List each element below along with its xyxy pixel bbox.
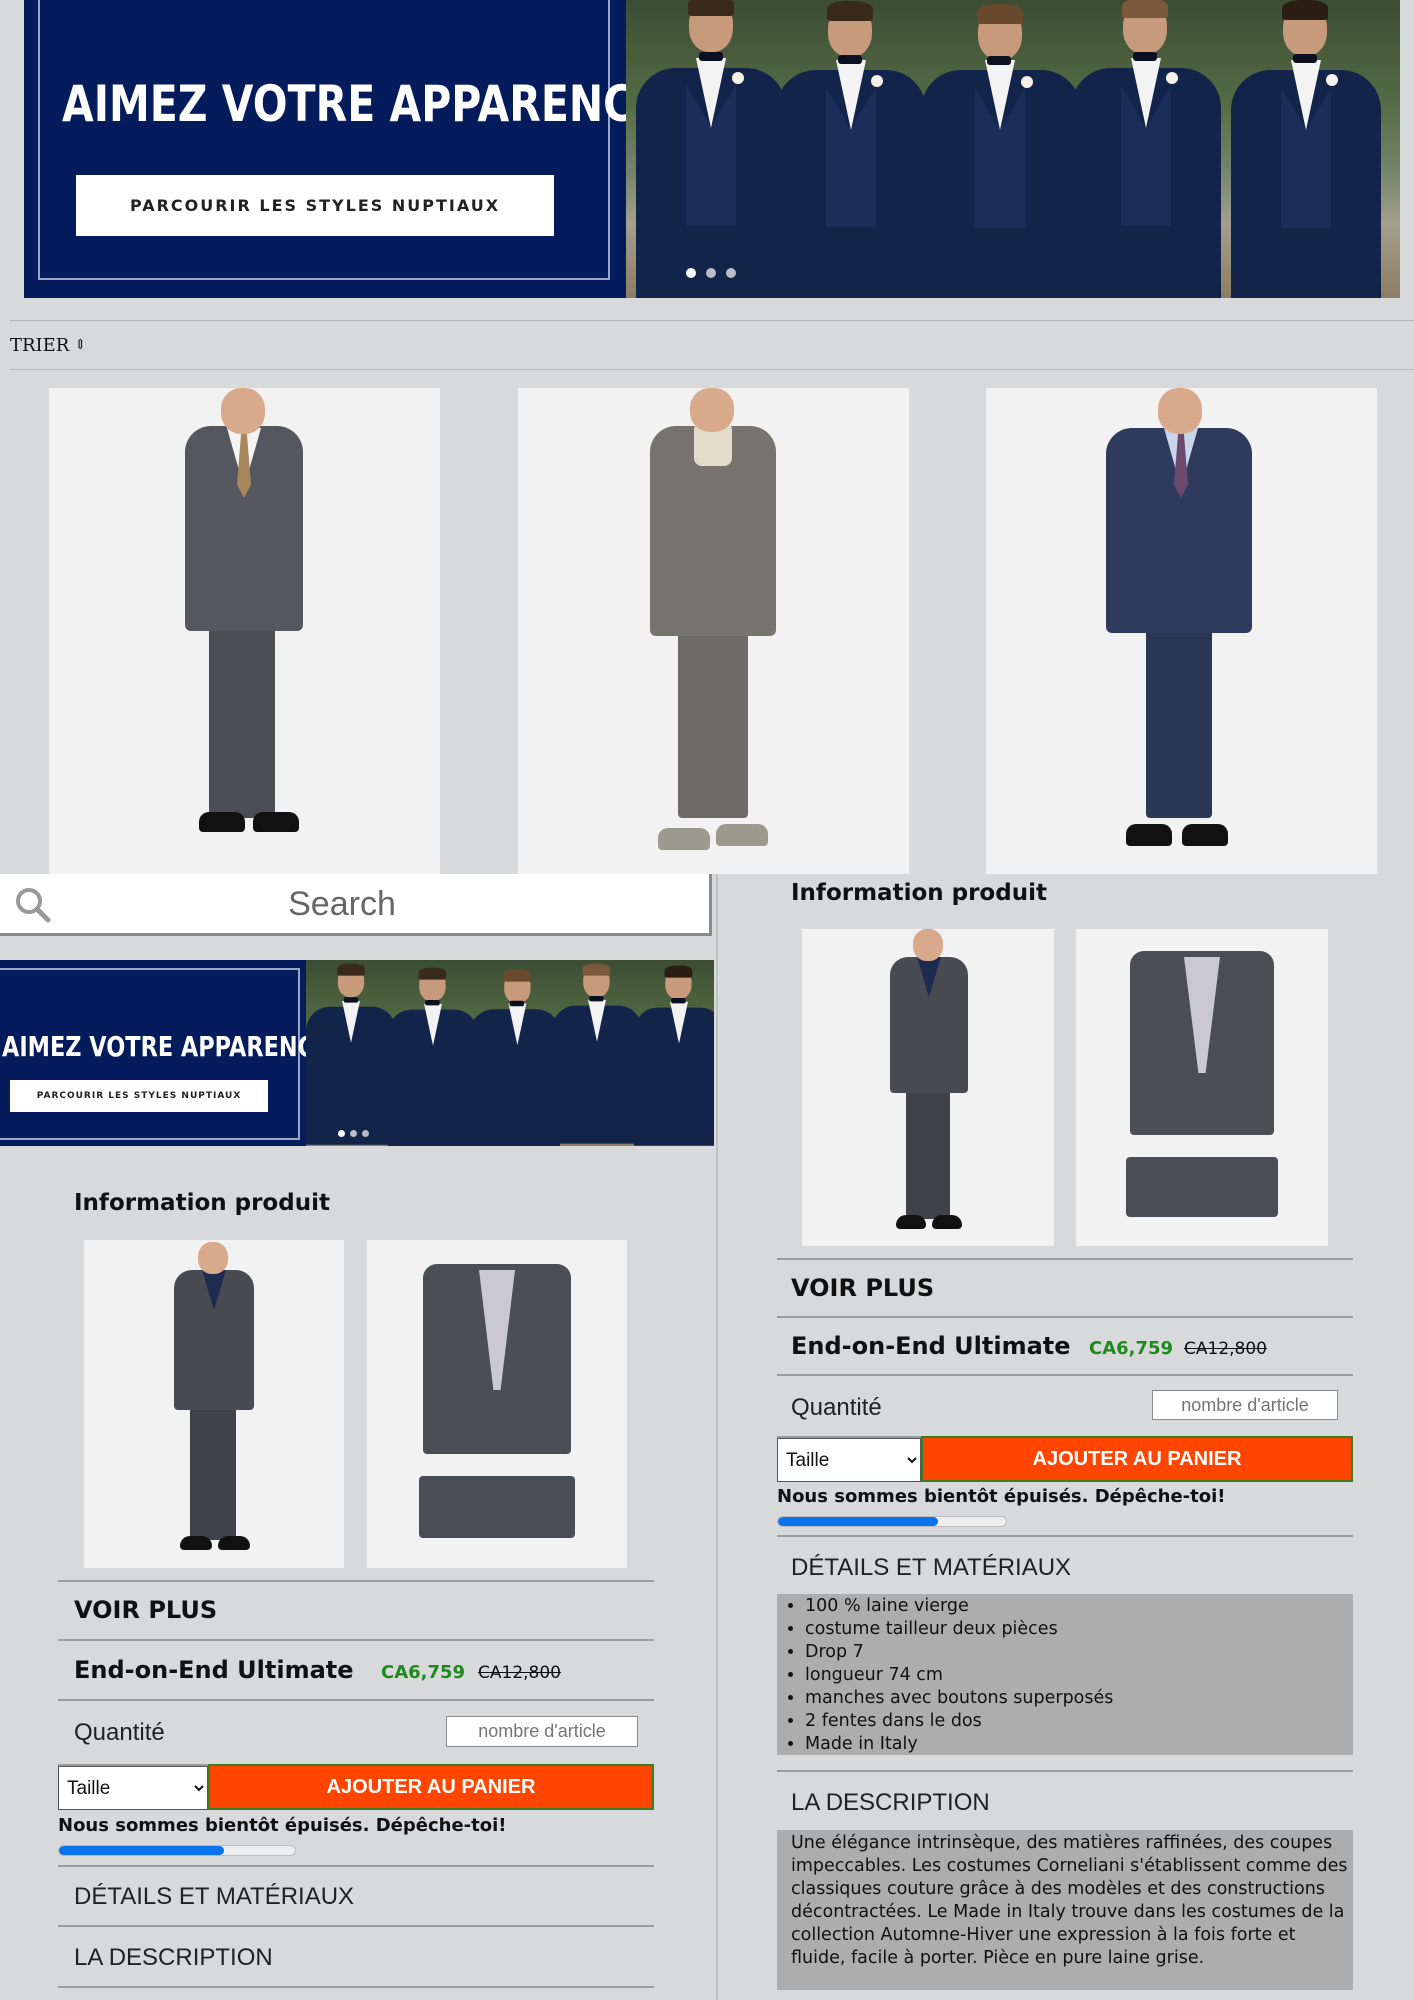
sort-button[interactable]: TRIER ⇕ [10,335,86,356]
price-sale-right: CA6,759 [1089,1338,1174,1359]
product-info-title-left: Information produit [74,1190,330,1216]
product-photo-model [84,1240,344,1568]
product-thumb-full-right[interactable] [802,929,1054,1246]
carousel-dot-3[interactable] [726,268,736,278]
trousers-flatlay [419,1476,575,1538]
details-item: 100 % laine vierge [805,1595,1353,1618]
details-item: longueur 74 cm [805,1664,1353,1687]
sort-icon: ⇕ [74,337,87,353]
hero-banner-small: AIMEZ VOTRE APPARENCE PARCOURIR LES STYL… [0,960,714,1146]
size-select-right[interactable]: Taille [777,1438,921,1482]
details-heading-left[interactable]: DÉTAILS ET MATÉRIAUX [74,1883,354,1911]
description-heading-right[interactable]: LA DESCRIPTION [791,1789,990,1817]
details-item: Drop 7 [805,1641,1353,1664]
quantity-label-right: Quantité [791,1394,882,1421]
product-image-grey-check-suit [518,388,909,874]
search-icon[interactable] [14,886,52,924]
browse-wedding-styles-button-small[interactable]: PARCOURIR LES STYLES NUPTIAUX [10,1080,268,1112]
product-image-navy-suit [986,388,1377,874]
details-list: 100 % laine vierge costume tailleur deux… [777,1595,1353,1756]
browse-wedding-styles-button[interactable]: PARCOURIR LES STYLES NUPTIAUX [76,175,554,236]
quantity-label-left: Quantité [74,1719,165,1746]
carousel-dot-small-2[interactable] [350,1130,357,1137]
details-item: Made in Italy [805,1733,1353,1756]
size-select-left[interactable]: Taille [58,1766,208,1810]
sort-bar: TRIER ⇕ [10,320,1414,370]
stock-message-left: Nous sommes bientôt épuisés. Dépêche-toi… [58,1815,507,1836]
hero-banner: AIMEZ VOTRE APPARENCE PARCOURIR LES STYL… [0,0,1414,300]
details-item: costume tailleur deux pièces [805,1618,1353,1641]
quantity-input-right[interactable] [1152,1390,1338,1420]
stock-progress-right [777,1516,1007,1527]
hero-photo-groomsmen-small [306,960,714,1146]
details-item: 2 fentes dans le dos [805,1710,1353,1733]
product-thumb-full-left[interactable] [84,1240,344,1568]
carousel-dot-small-3[interactable] [362,1130,369,1137]
product-card-1[interactable] [49,388,440,874]
description-text: Une élégance intrinsèque, des matières r… [777,1830,1353,1990]
product-thumb-flat-left[interactable] [367,1240,627,1568]
sort-label: TRIER [10,335,70,356]
product-card-3[interactable] [986,388,1377,874]
details-item: manches avec boutons superposés [805,1687,1353,1710]
carousel-dot-1[interactable] [686,268,696,278]
stock-progress-fill-right [778,1517,938,1526]
see-more-right[interactable]: VOIR PLUS [791,1274,934,1302]
carousel-dot-small-1[interactable] [338,1130,345,1137]
product-thumb-flat-right[interactable] [1076,929,1328,1246]
see-more-left[interactable]: VOIR PLUS [74,1596,217,1624]
product-card-2[interactable] [518,388,909,874]
search-input[interactable] [80,880,604,928]
stock-progress-fill-left [59,1846,225,1855]
add-to-cart-button-right[interactable]: AJOUTER AU PANIER [921,1436,1353,1482]
price-original-left: CA12,800 [478,1663,561,1683]
product-photo-model-right [802,929,1054,1246]
hero-panel-border [38,0,610,280]
details-list-panel: 100 % laine vierge costume tailleur deux… [777,1594,1353,1755]
hero-photo-groomsmen [626,0,1400,298]
stock-progress-left [58,1845,296,1856]
price-original-right: CA12,800 [1184,1339,1267,1359]
product-name-right: End-on-End Ultimate [791,1332,1071,1360]
description-heading-left[interactable]: LA DESCRIPTION [74,1944,273,1972]
trousers-flatlay-right [1126,1157,1278,1217]
carousel-dot-2[interactable] [706,268,716,278]
add-to-cart-button-left[interactable]: AJOUTER AU PANIER [208,1764,654,1810]
search-bar [0,874,712,936]
product-image-grey-three-piece [49,388,440,874]
quantity-input-left[interactable] [446,1716,638,1747]
product-name-left: End-on-End Ultimate [74,1656,354,1684]
stock-message-right: Nous sommes bientôt épuisés. Dépêche-toi… [777,1486,1226,1507]
price-sale-left: CA6,759 [381,1662,466,1683]
details-heading-right[interactable]: DÉTAILS ET MATÉRIAUX [791,1554,1071,1582]
hero-headline-small: AIMEZ VOTRE APPARENCE [2,1030,330,1063]
hero-headline: AIMEZ VOTRE APPARENCE [62,75,662,133]
product-info-title-right: Information produit [791,880,1047,906]
